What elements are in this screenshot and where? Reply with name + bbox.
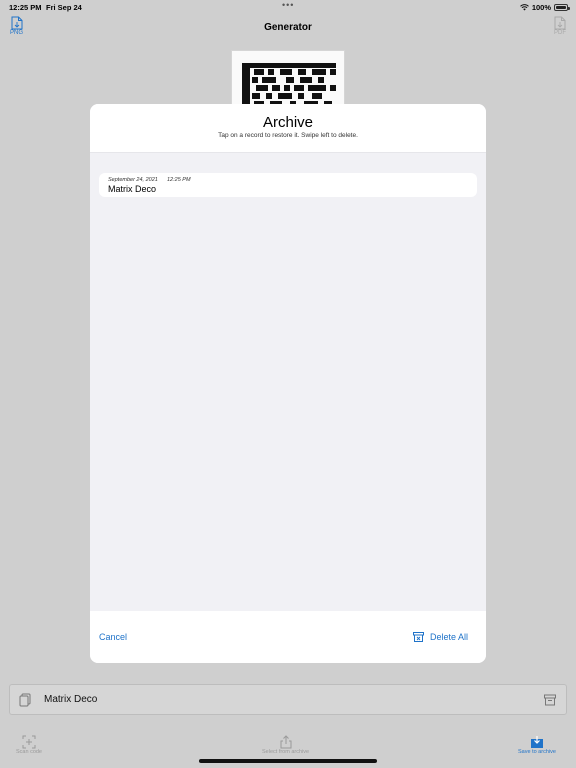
status-time: 12:25 PM [9, 3, 42, 12]
home-indicator[interactable] [199, 759, 377, 763]
delete-all-button[interactable]: Delete All [412, 632, 468, 642]
scan-code-button[interactable]: Scan code [16, 735, 42, 755]
status-date: Fri Sep 24 [46, 3, 82, 12]
modal-subtitle: Tap on a record to restore it. Swipe lef… [218, 132, 358, 139]
select-label: Select from archive [262, 749, 310, 755]
status-bar: 12:25 PM Fri Sep 24 ••• 100% [0, 0, 576, 14]
export-pdf-button[interactable]: PDF [554, 16, 566, 36]
wifi-icon [519, 4, 529, 11]
current-record-label: Matrix Deco [44, 694, 98, 705]
save-archive-icon [530, 736, 543, 748]
share-icon [280, 735, 292, 749]
modal-header: Archive Tap on a record to restore it. S… [90, 104, 486, 153]
pdf-file-icon [554, 16, 566, 30]
record-title: Matrix Deco [108, 184, 157, 194]
delete-all-label: Delete All [429, 632, 468, 642]
archive-modal: Archive Tap on a record to restore it. S… [90, 104, 486, 663]
status-right: 100% [519, 3, 570, 12]
select-from-archive-button[interactable]: Select from archive [262, 735, 309, 755]
pdf-label: PDF [554, 30, 566, 36]
save-to-archive-button[interactable]: Save to archive [518, 735, 556, 755]
record-date: September 24, 2021 [108, 177, 158, 183]
current-record-bar[interactable]: Matrix Deco [9, 684, 567, 715]
page-title: Generator [264, 22, 312, 33]
datamatrix-pattern [242, 63, 336, 107]
save-label: Save to archive [518, 749, 556, 755]
trash-box-icon [412, 632, 424, 642]
scan-label: Scan code [16, 749, 42, 755]
modal-title: Archive [262, 114, 314, 131]
cancel-button[interactable]: Cancel [99, 632, 127, 642]
scan-icon [22, 735, 36, 749]
archive-record-row[interactable]: September 24, 2021 12:25 PM Matrix Deco [99, 173, 477, 197]
modal-footer: Cancel Delete All [90, 611, 486, 663]
battery-icon [554, 4, 570, 11]
archive-box-icon[interactable] [544, 694, 556, 706]
record-time: 12:25 PM [167, 177, 191, 183]
battery-percent: 100% [531, 3, 551, 12]
barcode-image [231, 50, 345, 108]
multitask-dots[interactable]: ••• [282, 0, 294, 10]
copy-icon[interactable] [19, 693, 31, 707]
